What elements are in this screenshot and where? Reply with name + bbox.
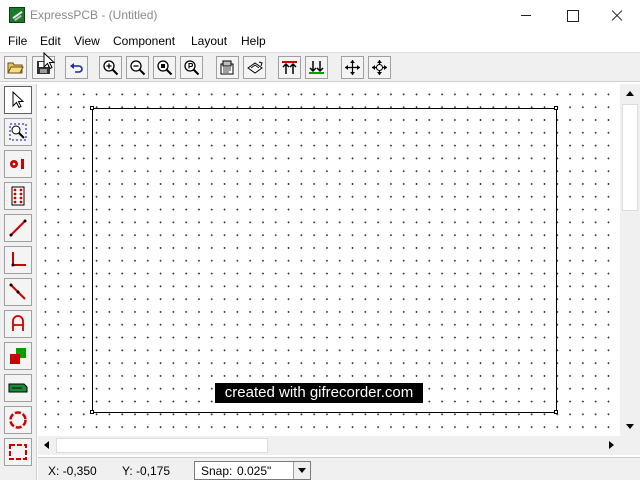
- place-top-button[interactable]: [278, 56, 301, 79]
- menu-file[interactable]: File: [8, 34, 27, 48]
- auto-route-icon: [372, 60, 387, 75]
- fill-plane-tool-button[interactable]: [4, 342, 32, 370]
- pad-icon: [10, 159, 24, 169]
- x-coordinate-readout: X: -0,350: [48, 464, 97, 478]
- circle-tool-button[interactable]: [4, 406, 32, 434]
- menu-view[interactable]: View: [74, 34, 100, 48]
- y-coordinate-readout: Y: -0,175: [122, 464, 171, 478]
- expresspcb-app-icon[interactable]: [9, 7, 25, 23]
- menu-bar: File Edit View Component Layout Help: [0, 31, 640, 51]
- zoom-previous-icon: [184, 60, 200, 76]
- horizontal-scrollbar[interactable]: [38, 436, 620, 455]
- close-button[interactable]: [594, 0, 640, 31]
- menu-layout[interactable]: Layout: [191, 34, 227, 48]
- scroll-down-arrow-icon[interactable]: [626, 424, 634, 429]
- undo-button[interactable]: [65, 56, 88, 79]
- toolbar: [0, 52, 640, 82]
- vertical-scroll-thumb[interactable]: [622, 104, 638, 211]
- menu-component[interactable]: Component: [113, 34, 175, 48]
- vertical-scrollbar[interactable]: [620, 84, 640, 436]
- place-bottom-icon: [309, 61, 324, 74]
- scroll-left-arrow-icon[interactable]: [44, 441, 49, 449]
- board-corner-handle[interactable]: [90, 410, 94, 414]
- properties-button[interactable]: [216, 56, 239, 79]
- scroll-up-arrow-icon[interactable]: [626, 91, 634, 96]
- print-icon: [247, 61, 263, 74]
- title-bar: ExpressPCB - (Untitled): [0, 0, 640, 31]
- trace-tool-button[interactable]: [4, 214, 32, 242]
- diagonal-trace-tool-button[interactable]: [4, 278, 32, 306]
- rectangle-tool-button[interactable]: [4, 438, 32, 466]
- status-bar: X: -0,350 Y: -0,175 Snap: 0.025": [38, 457, 640, 480]
- rectangle-icon: [9, 444, 27, 460]
- scrollbar-corner: [620, 436, 640, 455]
- zoom-fit-icon: [157, 60, 173, 76]
- select-arrow-icon: [12, 90, 25, 109]
- fill-plane-icon: [10, 348, 26, 364]
- corner-trace-icon: [11, 252, 26, 267]
- zoom-in-icon: [103, 60, 119, 76]
- watermark-text: created with gifrecorder.com: [215, 383, 423, 403]
- properties-icon: [220, 60, 234, 75]
- open-folder-icon: [7, 62, 24, 74]
- board-corner-handle[interactable]: [554, 106, 558, 110]
- board-corner-handle[interactable]: [554, 410, 558, 414]
- circle-icon: [9, 411, 27, 429]
- place-top-icon: [282, 61, 297, 74]
- pad-tool-button[interactable]: [4, 150, 32, 178]
- print-button[interactable]: [243, 56, 266, 79]
- board-corner-handle[interactable]: [90, 106, 94, 110]
- text-icon: [12, 315, 24, 331]
- open-button[interactable]: [4, 56, 27, 79]
- maximize-button[interactable]: [549, 0, 595, 31]
- corner-trace-tool-button[interactable]: [4, 246, 32, 274]
- window-title: ExpressPCB - (Untitled): [30, 8, 158, 22]
- pcb-canvas[interactable]: created with gifrecorder.com: [38, 84, 620, 436]
- horizontal-scroll-thumb[interactable]: [56, 438, 268, 453]
- board-outline[interactable]: [92, 108, 557, 413]
- move-icon: [345, 60, 360, 75]
- component-tool-button[interactable]: [4, 182, 32, 210]
- snap-label: Snap:: [201, 464, 233, 478]
- auto-route-button[interactable]: [368, 56, 391, 79]
- chevron-down-icon[interactable]: [293, 462, 310, 479]
- zoom-region-icon: [9, 123, 27, 141]
- scroll-right-arrow-icon[interactable]: [609, 441, 614, 449]
- snap-dropdown[interactable]: Snap: 0.025": [194, 461, 311, 480]
- edge-connector-tool-button[interactable]: [4, 374, 32, 402]
- menu-edit[interactable]: Edit: [40, 34, 61, 48]
- component-icon: [11, 186, 25, 206]
- select-tool-button[interactable]: [4, 86, 32, 114]
- tool-palette: [0, 84, 37, 480]
- undo-icon: [70, 63, 83, 73]
- text-tool-button[interactable]: [4, 310, 32, 338]
- minimize-button[interactable]: [503, 0, 549, 31]
- trace-icon: [9, 219, 27, 237]
- move-button[interactable]: [341, 56, 364, 79]
- edge-connector-icon: [8, 383, 28, 393]
- zoom-previous-button[interactable]: [180, 56, 203, 79]
- zoom-region-tool-button[interactable]: [4, 118, 32, 146]
- snap-value: 0.025": [237, 464, 272, 478]
- place-bottom-button[interactable]: [305, 56, 328, 79]
- menu-help[interactable]: Help: [241, 34, 266, 48]
- zoom-out-button[interactable]: [126, 56, 149, 79]
- diagonal-trace-icon: [9, 283, 26, 300]
- zoom-in-button[interactable]: [99, 56, 122, 79]
- zoom-fit-button[interactable]: [153, 56, 176, 79]
- zoom-out-icon: [130, 60, 146, 76]
